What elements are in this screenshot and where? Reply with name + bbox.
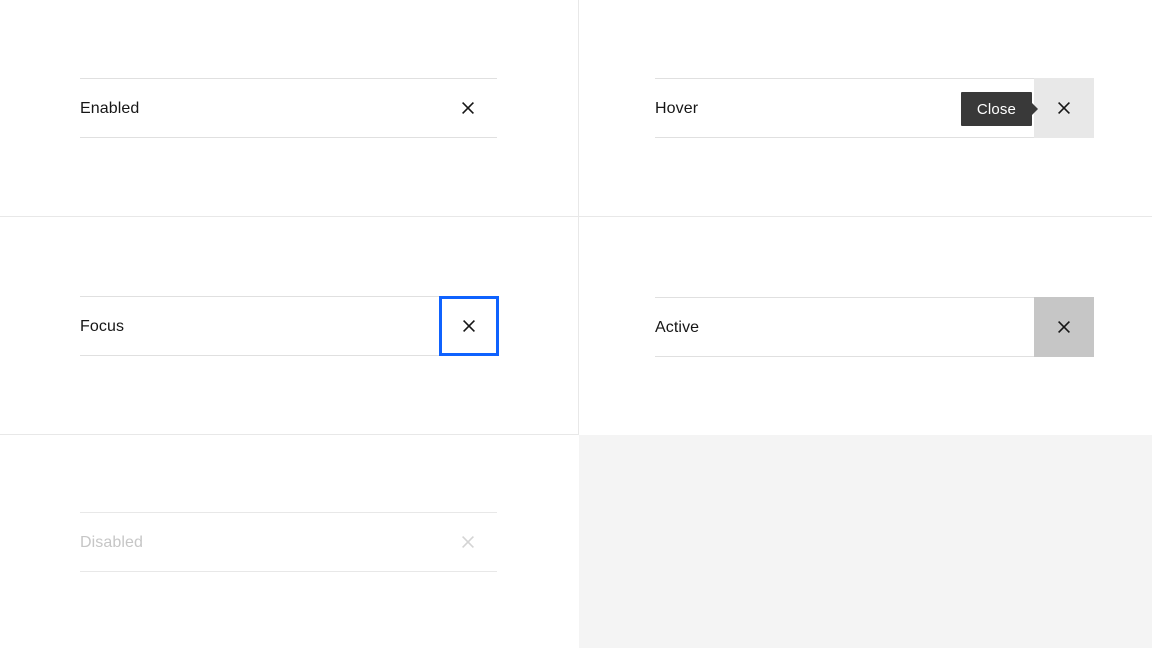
- row-label-focus: Focus: [80, 317, 125, 335]
- close-icon: [1058, 102, 1070, 114]
- row-active[interactable]: Active: [655, 297, 1094, 357]
- row-label-disabled: Disabled: [80, 533, 144, 551]
- row-enabled[interactable]: Enabled: [80, 78, 497, 138]
- panel-empty: [579, 435, 1152, 648]
- close-tooltip-label: Close: [976, 100, 1016, 118]
- close-icon: [1058, 321, 1070, 333]
- states-specimen-canvas: Enabled Hover Close Focus Active Disable…: [0, 0, 1152, 648]
- close-button-disabled: [438, 512, 498, 572]
- close-icon: [462, 536, 474, 548]
- row-label-active: Active: [655, 318, 700, 336]
- row-label-hover: Hover: [655, 99, 699, 117]
- close-button-hover[interactable]: [1034, 78, 1094, 138]
- row-hover[interactable]: Hover Close: [655, 78, 1094, 138]
- row-focus[interactable]: Focus: [80, 296, 499, 356]
- row-label-enabled: Enabled: [80, 99, 140, 117]
- close-button-focus[interactable]: [439, 296, 499, 356]
- close-button-enabled[interactable]: [438, 78, 498, 138]
- close-icon: [463, 320, 475, 332]
- close-icon: [462, 102, 474, 114]
- row-disabled: Disabled: [80, 512, 497, 572]
- close-button-active[interactable]: [1034, 297, 1094, 357]
- close-tooltip: Close: [960, 92, 1032, 126]
